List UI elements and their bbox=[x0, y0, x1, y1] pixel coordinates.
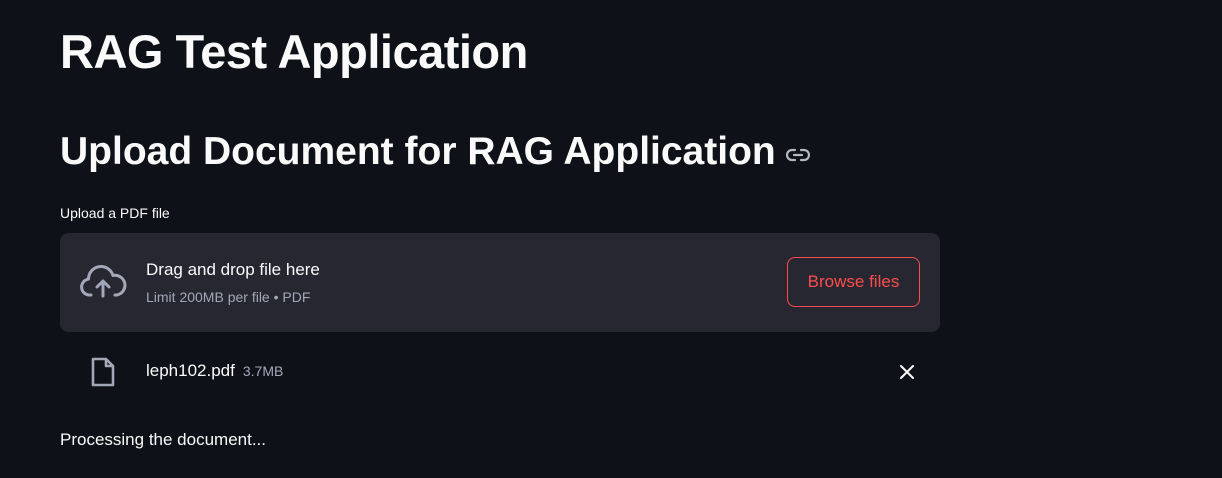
file-dropzone[interactable]: Drag and drop file here Limit 200MB per … bbox=[60, 233, 940, 332]
cloud-upload-icon bbox=[79, 265, 127, 299]
close-icon[interactable] bbox=[896, 361, 918, 383]
uploaded-file-info: leph102.pdf 3.7MB bbox=[146, 359, 283, 383]
dropzone-instructions: Drag and drop file here Limit 200MB per … bbox=[146, 258, 320, 307]
processing-status-text: Processing the document... bbox=[60, 430, 267, 449]
browse-files-button[interactable]: Browse files bbox=[787, 257, 920, 307]
link-icon[interactable] bbox=[785, 148, 810, 162]
file-icon bbox=[90, 356, 116, 388]
file-uploader-label: Upload a PDF file bbox=[60, 205, 170, 221]
dropzone-limit-text: Limit 200MB per file • PDF bbox=[146, 289, 311, 305]
section-heading-text: Upload Document for RAG Application bbox=[60, 130, 776, 173]
uploaded-file-row: leph102.pdf 3.7MB bbox=[60, 348, 940, 394]
uploaded-file-size: 3.7MB bbox=[242, 363, 284, 379]
section-heading: Upload Document for RAG Application bbox=[60, 125, 810, 179]
uploaded-file-name: leph102.pdf bbox=[146, 361, 235, 380]
dropzone-instruction-text: Drag and drop file here bbox=[146, 260, 320, 279]
page-title: RAG Test Application bbox=[60, 25, 528, 78]
main-container: RAG Test Application Upload Document for… bbox=[0, 0, 1222, 478]
